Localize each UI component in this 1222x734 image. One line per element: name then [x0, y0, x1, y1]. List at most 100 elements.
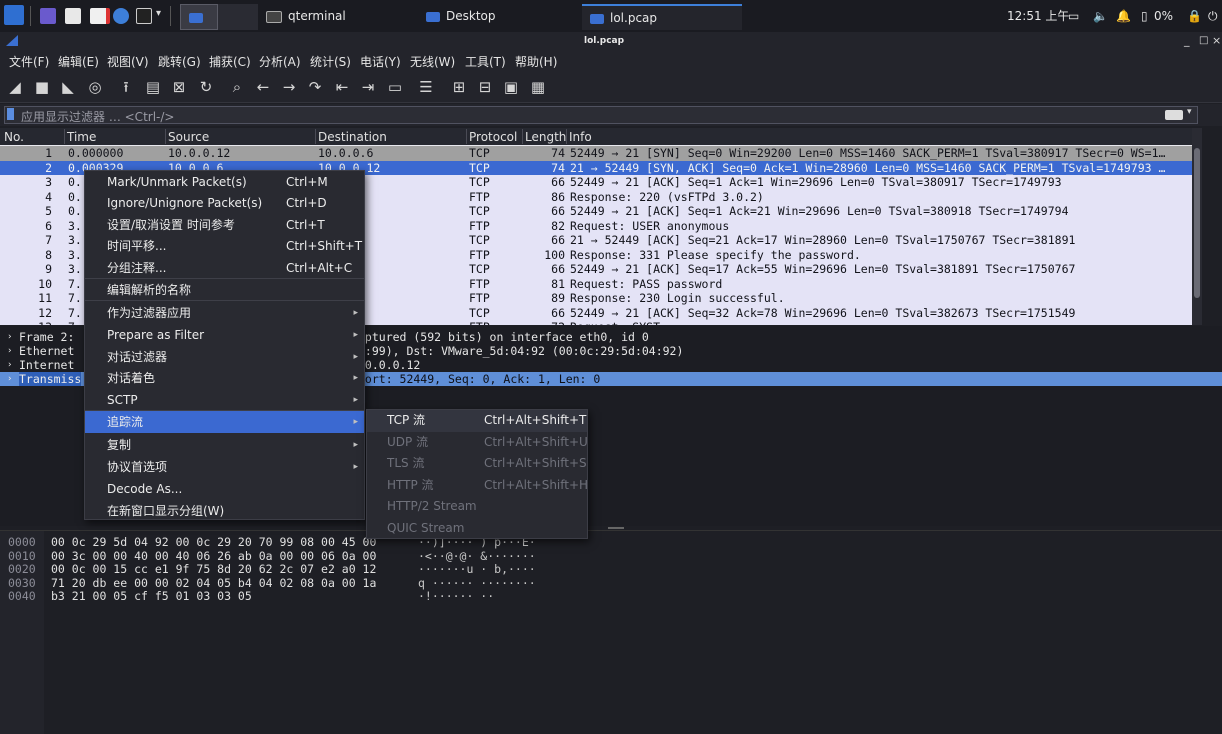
packet-list-scrollbar[interactable]: [1192, 128, 1202, 325]
menu-analyze[interactable]: 分析(A): [259, 53, 301, 70]
col-header-destination[interactable]: Destination: [318, 130, 387, 144]
task-desktop[interactable]: Desktop: [418, 4, 578, 30]
expand-arrow-icon[interactable]: ›: [7, 358, 12, 372]
byte-off[interactable]: 0020: [8, 562, 36, 576]
close-file-icon[interactable]: ⊠: [170, 78, 188, 96]
restart-capture-icon[interactable]: ◣: [59, 78, 77, 96]
pane-splitter[interactable]: [608, 527, 624, 529]
file-manager-icon[interactable]: [65, 8, 81, 24]
task-wireshark[interactable]: [180, 4, 218, 30]
col-separator[interactable]: [165, 129, 166, 144]
col-header-info[interactable]: Info: [569, 130, 592, 144]
col-separator[interactable]: [315, 129, 316, 144]
byte-off[interactable]: 0000: [8, 535, 36, 549]
kali-menu-icon[interactable]: [4, 5, 24, 25]
maximize-button[interactable]: □: [1199, 32, 1208, 50]
byte-ascii[interactable]: ·!······ ··: [418, 589, 494, 603]
stop-capture-icon[interactable]: ■: [33, 78, 51, 96]
terminal-icon[interactable]: [136, 8, 152, 24]
chevron-down-icon[interactable]: ▾: [156, 8, 161, 19]
menu-item[interactable]: 在新窗口显示分组(W): [85, 500, 364, 522]
col-header-no[interactable]: No.: [4, 130, 24, 144]
zoom-in-icon[interactable]: ⊞: [450, 78, 468, 96]
byte-off[interactable]: 0010: [8, 549, 36, 563]
byte-hex[interactable]: b3 21 00 05 cf f5 01 03 03 05: [51, 589, 252, 603]
close-button[interactable]: ×: [1212, 32, 1221, 50]
expand-arrow-icon[interactable]: ›: [7, 344, 12, 358]
byte-off[interactable]: 0030: [8, 576, 36, 590]
byte-hex[interactable]: 00 0c 29 5d 04 92 00 0c 29 20 70 99 08 0…: [51, 535, 376, 549]
menu-view[interactable]: 视图(V): [107, 53, 149, 70]
expand-arrow-icon[interactable]: ›: [7, 372, 12, 386]
menu-telephony[interactable]: 电话(Y): [360, 53, 401, 70]
minimize-button[interactable]: _: [1184, 32, 1190, 50]
menu-item[interactable]: 设置/取消设置 时间参考 Ctrl+T: [85, 214, 364, 236]
filter-dropdown-icon[interactable]: ▾: [1187, 107, 1192, 117]
capture-options-icon[interactable]: ◎: [86, 78, 104, 96]
save-file-icon[interactable]: ▤: [144, 78, 162, 96]
task-qterminal[interactable]: qterminal: [258, 4, 418, 30]
menu-item[interactable]: Ignore/Unignore Packet(s) Ctrl+D: [85, 192, 364, 214]
go-to-packet-icon[interactable]: ↷: [306, 78, 324, 96]
menu-item[interactable]: 复制 ▸: [85, 434, 364, 456]
task-lol-pcap[interactable]: lol.pcap: [582, 4, 742, 30]
zoom-out-icon[interactable]: ⊟: [476, 78, 494, 96]
colorize-icon[interactable]: ☰: [417, 78, 435, 96]
byte-ascii[interactable]: q ······ ········: [418, 576, 536, 590]
col-header-source[interactable]: Source: [168, 130, 209, 144]
menu-wireless[interactable]: 无线(W): [410, 53, 455, 70]
col-separator[interactable]: [522, 129, 523, 144]
menu-tools[interactable]: 工具(T): [465, 53, 506, 70]
menu-go[interactable]: 跳转(G): [158, 53, 201, 70]
battery-icon[interactable]: ▯: [1141, 0, 1148, 32]
menu-capture[interactable]: 捕获(C): [209, 53, 251, 70]
lock-icon[interactable]: 🔒: [1187, 0, 1202, 32]
byte-off[interactable]: 0040: [8, 589, 36, 603]
col-separator[interactable]: [64, 129, 65, 144]
menu-help[interactable]: 帮助(H): [515, 53, 557, 70]
menu-item[interactable]: 分组注释... Ctrl+Alt+C: [85, 257, 364, 279]
start-capture-icon[interactable]: ◢: [6, 78, 24, 96]
last-packet-icon[interactable]: ⇥: [359, 78, 377, 96]
byte-hex[interactable]: 00 3c 00 00 40 00 40 06 26 ab 0a 00 00 0…: [51, 549, 376, 563]
filter-expression-icon[interactable]: [1165, 110, 1183, 120]
clock[interactable]: 12:51 上午: [1007, 0, 1069, 32]
menu-item[interactable]: 对话着色 ▸: [85, 367, 364, 389]
byte-ascii[interactable]: ·<··@·@· &·······: [418, 549, 536, 563]
open-file-icon[interactable]: ⭱: [117, 78, 135, 96]
expand-arrow-icon[interactable]: ›: [7, 330, 12, 344]
reload-file-icon[interactable]: ↻: [197, 78, 215, 96]
resize-columns-icon[interactable]: ▦: [529, 78, 547, 96]
menu-item[interactable]: 时间平移... Ctrl+Shift+T: [85, 235, 364, 257]
menu-item[interactable]: 追踪流 ▸: [85, 411, 364, 433]
menu-edit[interactable]: 编辑(E): [58, 53, 99, 70]
menu-item[interactable]: 对话过滤器 ▸: [85, 346, 364, 368]
power-icon[interactable]: ⏻: [1208, 0, 1218, 32]
bookmark-icon[interactable]: [7, 108, 14, 120]
byte-ascii[interactable]: ·······u · b,····: [418, 562, 536, 576]
submenu-item[interactable]: TCP 流 Ctrl+Alt+Shift+T: [367, 410, 587, 432]
col-separator[interactable]: [466, 129, 467, 144]
go-forward-icon[interactable]: →: [280, 78, 298, 96]
menu-item[interactable]: Prepare as Filter ▸: [85, 324, 364, 346]
show-desktop-icon[interactable]: [40, 8, 56, 24]
col-separator[interactable]: [566, 129, 567, 144]
browser-icon[interactable]: [113, 8, 129, 24]
menu-item[interactable]: 协议首选项 ▸: [85, 456, 364, 478]
autoscroll-icon[interactable]: ▭: [386, 78, 404, 96]
first-packet-icon[interactable]: ⇤: [333, 78, 351, 96]
col-header-length[interactable]: Length: [525, 130, 566, 144]
notification-bell-icon[interactable]: 🔔: [1116, 0, 1131, 32]
col-header-time[interactable]: Time: [67, 130, 96, 144]
task-blank[interactable]: [218, 4, 258, 30]
display-filter-input[interactable]: 应用显示过滤器 … <Ctrl-/> ▾: [4, 106, 1198, 124]
menu-item[interactable]: 编辑解析的名称: [85, 279, 364, 301]
menu-item[interactable]: 作为过滤器应用 ▸: [85, 302, 364, 324]
menu-item[interactable]: Decode As...: [85, 478, 364, 500]
menu-item[interactable]: SCTP ▸: [85, 389, 364, 411]
go-back-icon[interactable]: ←: [254, 78, 272, 96]
scrollbar-thumb[interactable]: [1194, 148, 1200, 298]
menu-statistics[interactable]: 统计(S): [310, 53, 351, 70]
table-row[interactable]: 1 0.000000 10.0.0.12 10.0.0.6 TCP 74 52449 → 2…: [0, 146, 1192, 161]
menu-file[interactable]: 文件(F): [9, 53, 49, 70]
